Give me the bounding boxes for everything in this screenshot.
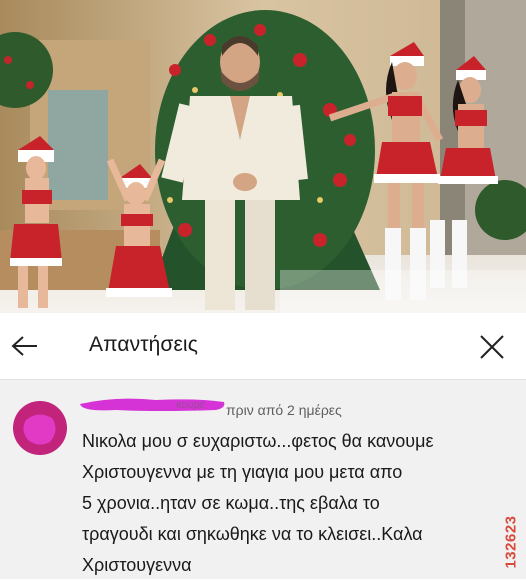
comment-item: κουρε πριν από 2 ημέρες Νικολα μου σ ευχ…: [0, 380, 526, 579]
watermark: 132623: [496, 504, 526, 579]
video-scene-image: [0, 0, 526, 313]
close-button[interactable]: [472, 327, 512, 367]
header-title: Απαντήσεις: [89, 333, 198, 356]
comment-line: Χριστουγεννα: [82, 555, 192, 575]
comment-line: Νικολα μου σ ευχαριστω...φετος θα κανουμ…: [82, 431, 434, 451]
comment-line: 5 χρονια..ηταν σε κωμα..της εβαλα το: [82, 493, 380, 513]
replies-header: Απαντήσεις: [0, 313, 526, 380]
arrow-left-icon: [11, 336, 37, 356]
comment-timestamp: πριν από 2 ημέρες: [226, 402, 342, 418]
svg-text:κουρε: κουρε: [176, 399, 205, 411]
comment-line: τραγουδι και σηκωθηκε να το κλεισει..Καλ…: [82, 524, 423, 544]
comment-text: Νικολα μου σ ευχαριστω...φετος θα κανουμ…: [82, 426, 502, 581]
close-icon: [480, 335, 504, 359]
watermark-text: 132623: [502, 514, 520, 569]
comment-line: Χριστουγεννα με τη γιαγια μου μετα απο: [82, 462, 403, 482]
username-redaction-mark: κουρε: [80, 398, 225, 411]
avatar[interactable]: [12, 400, 68, 456]
back-button[interactable]: [6, 327, 44, 365]
video-frame[interactable]: [0, 0, 526, 313]
